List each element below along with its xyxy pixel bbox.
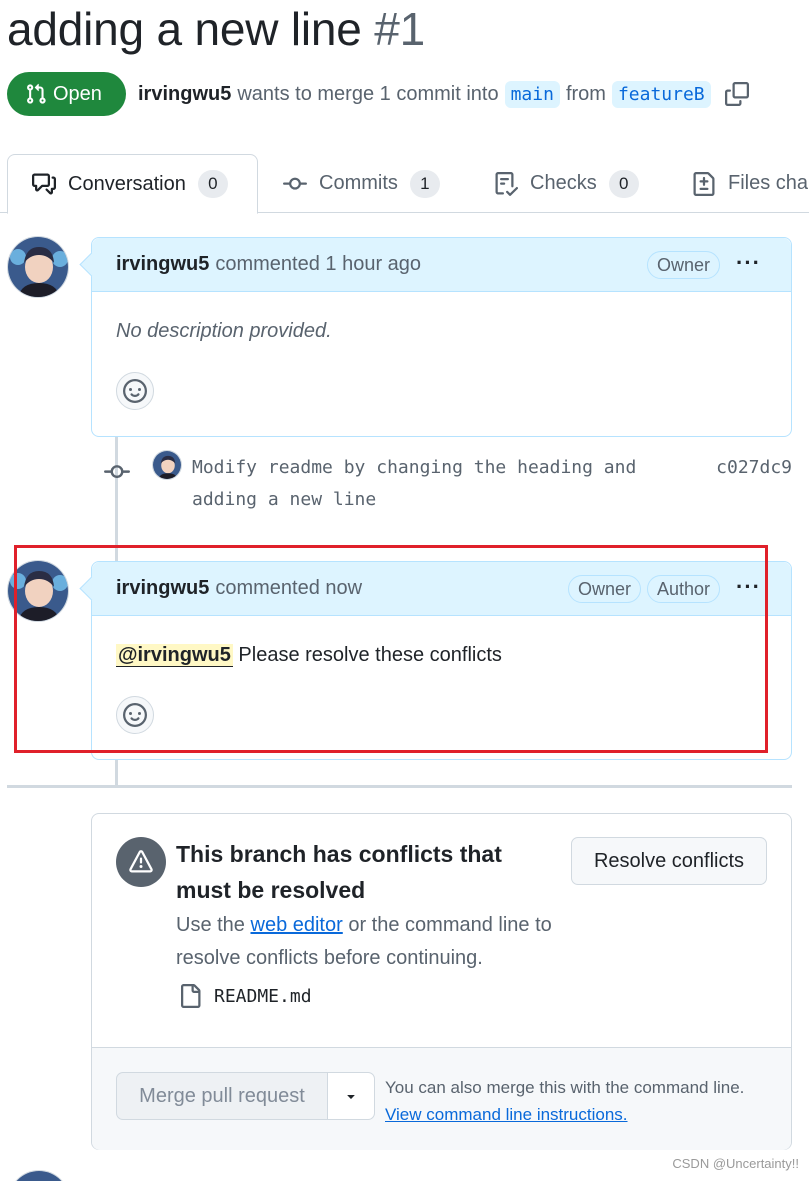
owner-badge: Owner: [568, 575, 642, 603]
kebab-icon[interactable]: ···: [736, 250, 761, 276]
tab-conversation-count: 0: [197, 170, 228, 198]
tab-checks[interactable]: Checks 0: [494, 154, 639, 213]
avatar-image: [9, 1171, 69, 1181]
git-pull-request-icon: [27, 83, 46, 104]
copy-icon[interactable]: [724, 82, 749, 106]
timeline-commit: Modify readme by changing the heading an…: [104, 450, 804, 522]
web-editor-link[interactable]: web editor: [251, 914, 343, 936]
tab-conversation-label: Conversation: [68, 172, 186, 195]
file-diff-icon: [693, 171, 715, 196]
file-icon: [181, 984, 201, 1008]
pr-title: adding a new line #1: [7, 2, 425, 56]
commit-avatar[interactable]: [152, 450, 182, 480]
comment-header: irvingwu5 commented 1 hour ago Owner ···: [92, 238, 791, 292]
tab-files-changed[interactable]: Files cha: [692, 154, 808, 213]
comment-card: irvingwu5 commented 1 hour ago Owner ···…: [91, 237, 792, 437]
kebab-icon[interactable]: ···: [736, 574, 761, 600]
merge-footer: Merge pull request You can also merge th…: [92, 1047, 791, 1150]
merge-note-text: You can also merge this with the command…: [385, 1078, 745, 1097]
comment-timestamp[interactable]: commented now: [215, 577, 362, 600]
head-branch[interactable]: featureB: [611, 80, 711, 108]
merge-note: You can also merge this with the command…: [385, 1074, 785, 1128]
triangle-down-icon: [347, 1095, 355, 1099]
command-line-instructions-link[interactable]: View command line instructions.: [385, 1105, 628, 1124]
merge-options-dropdown[interactable]: [327, 1072, 375, 1120]
resolve-conflicts-button[interactable]: Resolve conflicts: [571, 837, 767, 885]
avatar-image: [153, 451, 181, 479]
merge-box: This branch has conflicts that must be r…: [91, 813, 792, 1150]
emoji-reaction-button[interactable]: [116, 372, 154, 410]
comment-body: No description provided.: [116, 320, 332, 342]
pr-meta: irvingwu5 wants to merge 1 commit into m…: [138, 78, 749, 110]
tab-commits-label: Commits: [319, 172, 398, 194]
pr-title-text: adding a new line: [7, 3, 362, 55]
smiley-icon: [123, 703, 147, 727]
tab-checks-label: Checks: [530, 172, 597, 194]
tab-commits[interactable]: Commits 1: [283, 154, 440, 213]
commit-sha[interactable]: c027dc9: [716, 452, 792, 484]
checklist-icon: [495, 171, 518, 196]
conflict-desc-prefix: Use the: [176, 914, 245, 936]
avatar-image: [8, 237, 68, 297]
comment-header: irvingwu5 commented now Owner Author ···: [92, 562, 791, 616]
alert-icon: [116, 837, 166, 887]
avatar[interactable]: [7, 236, 69, 298]
pr-state-badge: Open: [7, 72, 126, 116]
git-commit-icon: [104, 465, 130, 479]
author-badge: Author: [647, 575, 721, 603]
tab-files-label: Files cha: [728, 172, 809, 194]
user-mention[interactable]: @irvingwu5: [116, 644, 233, 667]
pr-tabs: Conversation 0 Commits 1 Checks 0 Files …: [0, 154, 809, 214]
comment-text: Please resolve these conflicts: [238, 644, 502, 666]
comment-author[interactable]: irvingwu5: [116, 577, 209, 600]
tab-commits-count: 1: [409, 169, 440, 198]
pr-author-link[interactable]: irvingwu5: [138, 83, 231, 106]
comment-card: irvingwu5 commented now Owner Author ···…: [91, 561, 792, 760]
avatar[interactable]: [8, 1170, 70, 1181]
timeline-divider: [7, 785, 792, 788]
smiley-icon: [123, 379, 147, 403]
comment-timestamp[interactable]: commented 1 hour ago: [215, 253, 421, 276]
comment-author[interactable]: irvingwu5: [116, 253, 209, 276]
avatar[interactable]: [7, 560, 69, 622]
commit-message-line1: Modify readme by changing the heading an…: [192, 457, 637, 478]
pr-number: #1: [374, 3, 426, 55]
pr-merge-text: wants to merge 1 commit into: [237, 82, 499, 105]
git-commit-icon: [283, 177, 307, 190]
comment-discussion-icon: [32, 173, 56, 195]
pr-from-text: from: [565, 82, 606, 105]
conflict-file[interactable]: README.md: [178, 984, 312, 1008]
avatar-image: [8, 561, 68, 621]
merge-pull-request-button[interactable]: Merge pull request: [116, 1072, 328, 1120]
conflict-title: This branch has conflicts that must be r…: [176, 841, 502, 903]
comment-body: @irvingwu5 Please resolve these conflict…: [92, 616, 791, 667]
tab-checks-count: 0: [608, 169, 639, 198]
commit-message-line2: adding a new line: [192, 489, 377, 510]
conflict-file-name: README.md: [214, 985, 312, 1007]
pr-state-label: Open: [53, 82, 102, 105]
emoji-reaction-button[interactable]: [116, 696, 154, 734]
commit-message[interactable]: Modify readme by changing the heading an…: [192, 452, 662, 516]
tab-conversation[interactable]: Conversation 0: [7, 154, 258, 214]
owner-badge: Owner: [647, 251, 721, 279]
watermark: CSDN @Uncertainty!!: [672, 1156, 799, 1171]
conflict-description: Use the web editor or the command line t…: [176, 909, 576, 975]
base-branch[interactable]: main: [504, 80, 560, 108]
